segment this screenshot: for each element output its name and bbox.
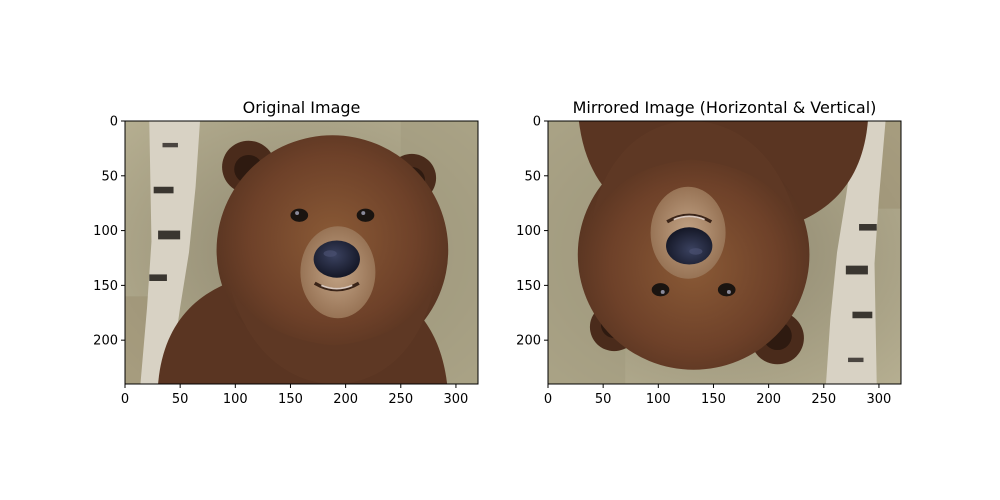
x-tick-label: 250 xyxy=(388,392,413,407)
x-tick-label: 150 xyxy=(701,392,726,407)
x-tick-label: 250 xyxy=(811,392,836,407)
x-tick-label: 200 xyxy=(756,392,781,407)
x-tick-label: 300 xyxy=(444,392,469,407)
subplot-title: Mirrored Image (Horizontal & Vertical) xyxy=(573,98,877,117)
x-tick-label: 300 xyxy=(867,392,892,407)
y-tick-label: 150 xyxy=(516,279,541,294)
x-tick-label: 150 xyxy=(278,392,303,407)
y-tick-label: 150 xyxy=(93,279,118,294)
y-tick-label: 200 xyxy=(93,334,118,349)
figure: Original Image 0 50 100 150 200 250 300 0 50 100 1… xyxy=(93,98,902,407)
x-tick-label: 50 xyxy=(595,392,612,407)
image-mirrored xyxy=(548,121,901,384)
x-tick-label: 100 xyxy=(646,392,671,407)
subplot-mirrored: Mirrored Image (Horizontal & Vertical) 0… xyxy=(516,98,902,407)
subplot-original: Original Image 0 50 100 150 200 250 300 0 50 100 1… xyxy=(93,98,479,407)
y-tick-label: 50 xyxy=(524,169,541,184)
y-tick-label: 0 xyxy=(110,115,118,130)
y-tick-label: 200 xyxy=(516,334,541,349)
x-tick-label: 50 xyxy=(172,392,189,407)
image-original xyxy=(125,121,478,384)
subplot-title: Original Image xyxy=(243,98,361,117)
x-tick-label: 100 xyxy=(223,392,248,407)
y-tick-label: 100 xyxy=(516,224,541,239)
x-tick-label: 0 xyxy=(544,392,552,407)
y-tick-label: 100 xyxy=(93,224,118,239)
y-tick-label: 0 xyxy=(533,115,541,130)
x-tick-label: 0 xyxy=(121,392,129,407)
y-tick-label: 50 xyxy=(101,169,118,184)
x-tick-label: 200 xyxy=(333,392,358,407)
